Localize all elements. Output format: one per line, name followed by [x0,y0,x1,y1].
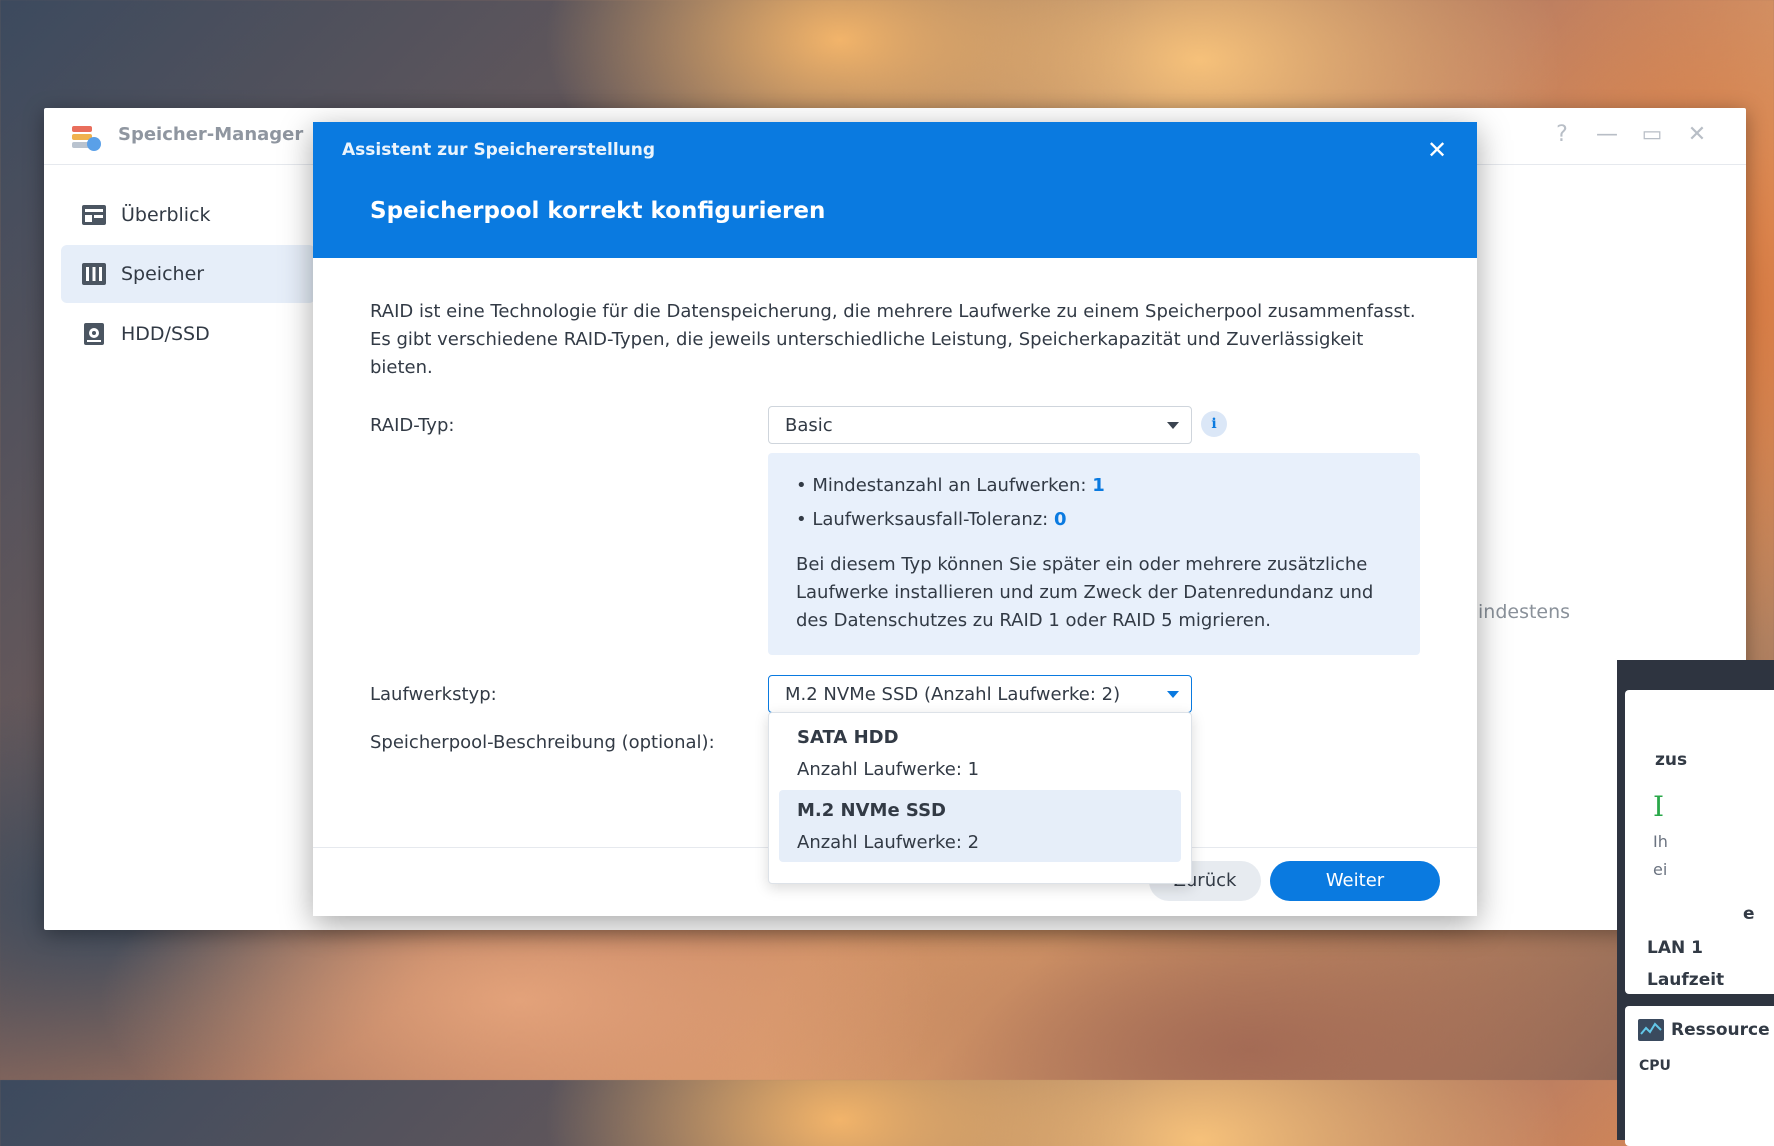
option-drive-count: Anzahl Laufwerke: 1 [797,759,980,780]
resource-monitor-widget: Ressource CPU [1625,1006,1774,1146]
close-window-icon[interactable]: ✕ [1682,120,1712,150]
min-drives-item: • Mindestanzahl an Laufwerken: 1 [796,475,1105,496]
raid-type-value: Basic [785,415,833,436]
raid-type-label: RAID-Typ: [370,415,455,436]
close-icon[interactable]: ✕ [1423,136,1451,164]
system-health-widget: zus I Ih ei e LAN 1 Laufzeit [1625,690,1774,994]
dialog-header: Assistent zur Speichererstellung ✕ Speic… [313,122,1477,258]
storage-icon [82,263,106,285]
storage-creation-wizard-dialog: Assistent zur Speichererstellung ✕ Speic… [313,122,1477,916]
pool-description-label: Speicherpool-Beschreibung (optional): [370,732,715,753]
disk-icon [84,323,104,345]
wizard-title: Assistent zur Speichererstellung [342,140,656,160]
step-title: Speicherpool korrekt konfigurieren [370,198,826,224]
option-name: M.2 NVMe SSD [797,800,946,821]
tolerance-label: Laufwerksausfall-Toleranz: [812,509,1049,530]
storage-manager-app-icon [72,126,101,151]
dropdown-option-sata-hdd[interactable]: SATA HDD Anzahl Laufwerke: 1 [779,717,1181,789]
maximize-icon[interactable]: ▭ [1637,120,1667,150]
minimize-icon[interactable]: — [1592,120,1622,150]
sidebar-item-label: Überblick [121,204,211,226]
widget-partial-e: e [1743,904,1755,924]
widget-partial-line: Ih [1653,832,1668,851]
chevron-down-icon [1167,422,1179,429]
resource-label: Ressource [1671,1020,1770,1040]
option-name: SATA HDD [797,727,899,748]
tolerance-value: 0 [1053,509,1067,530]
widget-status-text: I [1653,790,1665,823]
dropdown-option-m2-nvme-ssd[interactable]: M.2 NVMe SSD Anzahl Laufwerke: 2 [779,790,1181,862]
drive-type-label: Laufwerkstyp: [370,684,497,705]
overview-icon [82,205,106,225]
uptime-label: Laufzeit [1647,970,1725,990]
intro-text: RAID ist eine Technologie für die Datens… [370,301,1416,378]
sidebar-item-overview[interactable]: Überblick [61,186,315,244]
raid-type-select[interactable]: Basic [768,406,1192,444]
min-drives-value: 1 [1092,475,1105,496]
lan-label: LAN 1 [1647,938,1703,958]
drive-type-dropdown: SATA HDD Anzahl Laufwerke: 1 M.2 NVMe SS… [768,712,1192,884]
app-title: Speicher-Manager [118,124,304,145]
raid-info-description: Bei diesem Typ können Sie später ein ode… [796,554,1374,631]
widget-partial-line: ei [1653,860,1668,879]
min-drives-label: Mindestanzahl an Laufwerken: [812,475,1087,496]
tolerance-item: • Laufwerksausfall-Toleranz: 0 [796,509,1067,530]
resource-monitor-icon [1638,1019,1664,1041]
widget-partial-heading: zus [1655,750,1688,770]
background-widget-panel: zus I Ih ei e LAN 1 Laufzeit Ressource C… [1617,660,1774,1146]
sidebar-item-label: HDD/SSD [121,323,210,345]
sidebar-item-hdd-ssd[interactable]: HDD/SSD [61,305,315,363]
help-icon[interactable]: ? [1547,120,1577,150]
sidebar: Überblick Speicher HDD/SSD [44,164,315,930]
cpu-label: CPU [1639,1058,1671,1074]
drive-type-select[interactable]: M.2 NVMe SSD (Anzahl Laufwerke: 2) [768,675,1192,713]
info-icon[interactable]: i [1201,411,1227,437]
background-partial-text: indestens [1478,601,1571,623]
sidebar-item-label: Speicher [121,263,205,285]
chevron-down-icon [1167,691,1179,698]
option-drive-count: Anzahl Laufwerke: 2 [797,832,980,853]
raid-info-box: • Mindestanzahl an Laufwerken: 1 • Laufw… [768,453,1420,655]
drive-type-value: M.2 NVMe SSD (Anzahl Laufwerke: 2) [785,684,1121,705]
sidebar-item-storage[interactable]: Speicher [61,245,315,303]
next-button[interactable]: Weiter [1270,861,1440,901]
